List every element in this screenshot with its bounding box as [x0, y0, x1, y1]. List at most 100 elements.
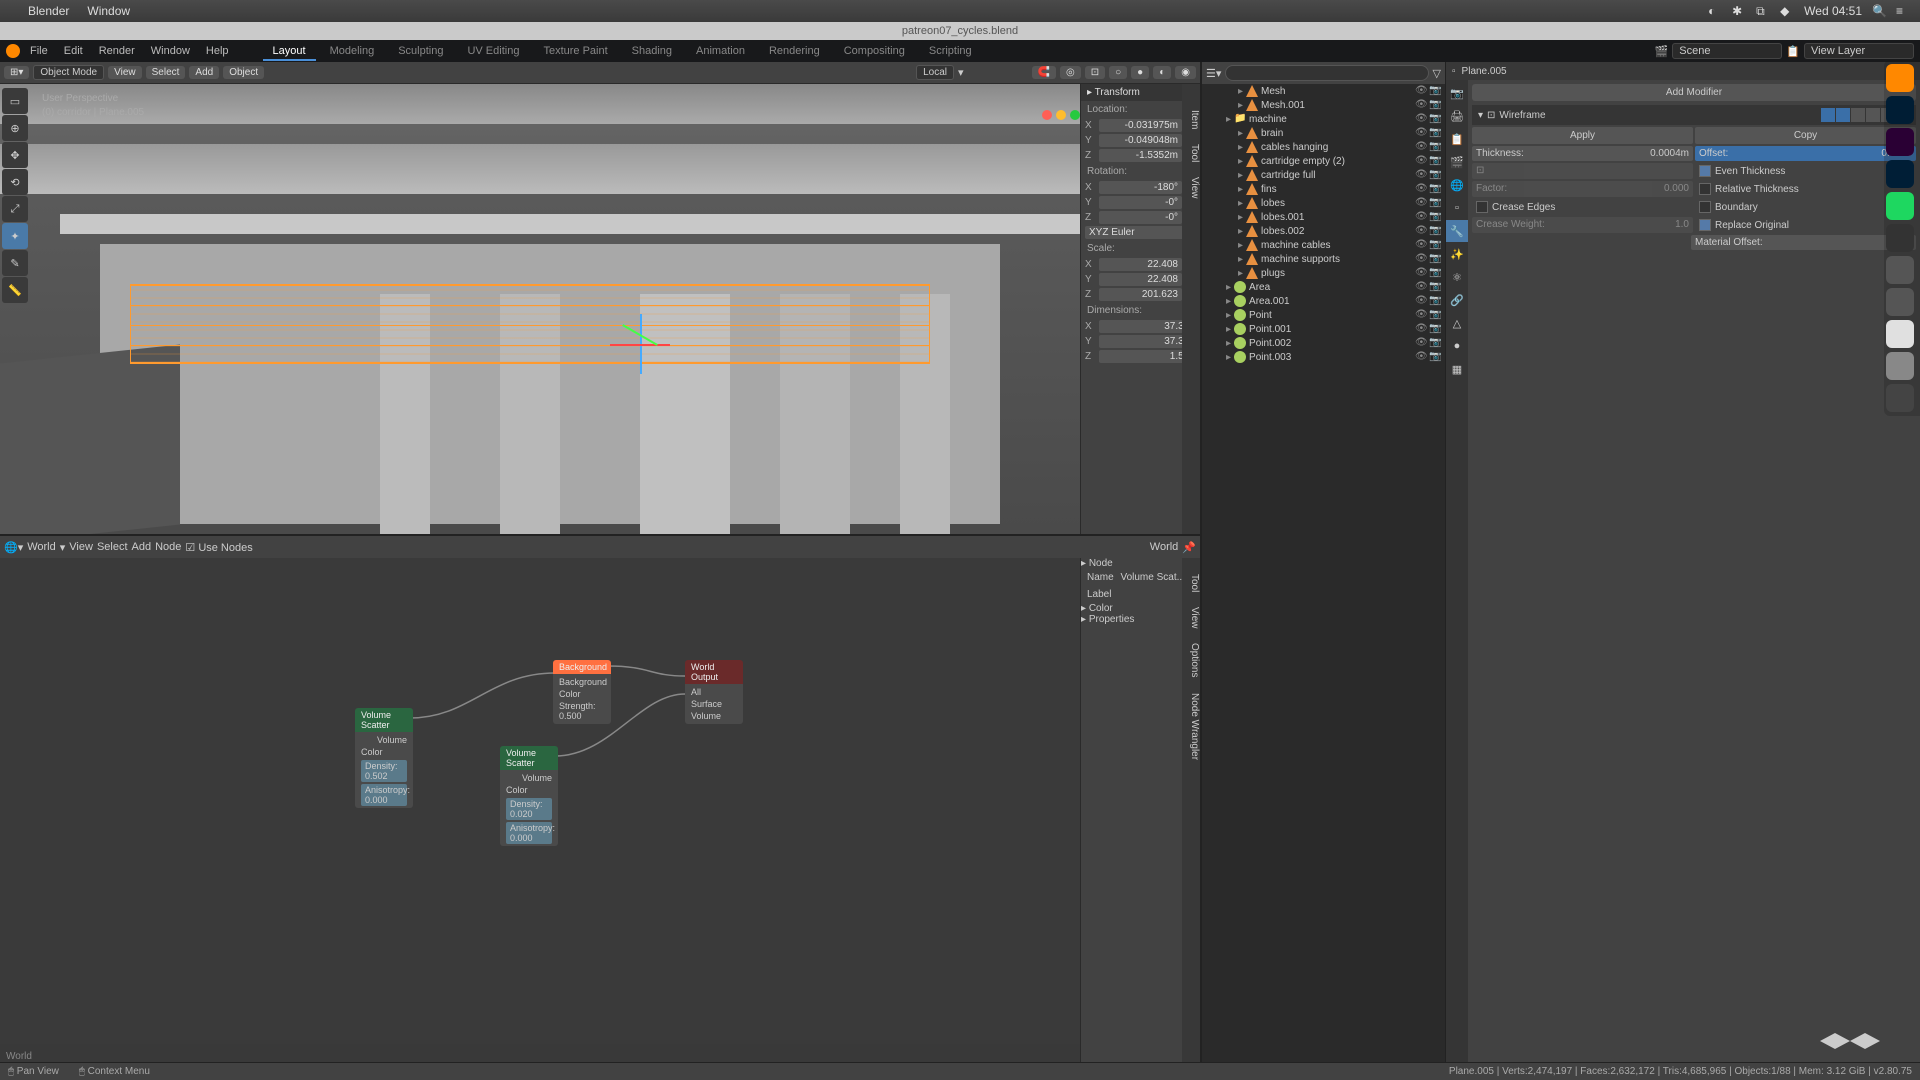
- 3d-viewport[interactable]: ⊞▾ Object Mode View Select Add Object Lo…: [0, 62, 1200, 534]
- rot-x-field[interactable]: -180°: [1099, 181, 1182, 194]
- select-tool-icon[interactable]: ▭: [2, 88, 28, 114]
- viewlayer-tab-icon[interactable]: 📋: [1446, 128, 1468, 150]
- even-thickness-checkbox[interactable]: [1699, 165, 1711, 177]
- outliner-item[interactable]: ▸cartridge full👁📷: [1202, 168, 1445, 182]
- tab-view[interactable]: View: [1189, 601, 1200, 635]
- offset-field[interactable]: Offset:0.0000: [1695, 146, 1916, 161]
- material-tab-icon[interactable]: ●: [1446, 335, 1468, 357]
- factor-field[interactable]: Factor:0.000: [1472, 181, 1693, 197]
- tab-tool[interactable]: Tool: [1189, 568, 1200, 598]
- outliner-tree[interactable]: ▸Mesh👁📷▸Mesh.001👁📷▸📁machine👁📷▸brain👁📷▸ca…: [1202, 84, 1445, 1062]
- loc-z-field[interactable]: -1.5352m: [1099, 149, 1182, 162]
- outliner-item[interactable]: ▸Mesh.001👁📷: [1202, 98, 1445, 112]
- viewport-canvas[interactable]: [0, 84, 1200, 534]
- scene-tab-icon[interactable]: 🎬: [1446, 151, 1468, 173]
- scale-y-field[interactable]: 22.408: [1099, 273, 1182, 286]
- outliner-item[interactable]: ▸fins👁📷: [1202, 182, 1445, 196]
- view-menu[interactable]: View: [69, 541, 93, 553]
- edit-menu[interactable]: Edit: [58, 45, 89, 57]
- constraint-tab-icon[interactable]: 🔗: [1446, 289, 1468, 311]
- outliner-item[interactable]: ▸Point.001👁📷: [1202, 322, 1445, 336]
- app-icon[interactable]: [1886, 256, 1914, 284]
- outliner-item[interactable]: ▸plugs👁📷: [1202, 266, 1445, 280]
- scene-selector[interactable]: Scene: [1672, 43, 1782, 59]
- window-menu[interactable]: Window: [145, 45, 196, 57]
- move-up-icon[interactable]: [1866, 108, 1880, 122]
- add-modifier-button[interactable]: Add Modifier: [1472, 84, 1916, 101]
- zoom-icon[interactable]: [1070, 110, 1080, 120]
- texture-tab-icon[interactable]: ▦: [1446, 358, 1468, 380]
- editor-type-icon[interactable]: ☰▾: [1206, 67, 1221, 80]
- menubar-icon[interactable]: ◐: [1708, 4, 1722, 18]
- outliner-item[interactable]: ▸machine supports👁📷: [1202, 252, 1445, 266]
- outliner-item[interactable]: ▸machine cables👁📷: [1202, 238, 1445, 252]
- node-background[interactable]: Background Background Color Strength: 0.…: [553, 660, 611, 724]
- menubar-icon[interactable]: ≡: [1896, 4, 1910, 18]
- cursor-tool-icon[interactable]: ⊕: [2, 115, 28, 141]
- scale-tool-icon[interactable]: ⤢: [2, 196, 28, 222]
- editor-type-icon[interactable]: ⊞▾: [4, 66, 29, 79]
- editor-type-icon[interactable]: 🌐▾: [4, 541, 23, 554]
- select-menu[interactable]: Select: [97, 541, 128, 553]
- modifier-tab-icon[interactable]: 🔧: [1446, 220, 1468, 242]
- node-editor[interactable]: 🌐▾ World ▾ View Select Add Node ☑ Use No…: [0, 534, 1200, 1062]
- tab-tool[interactable]: Tool: [1189, 138, 1200, 168]
- scale-x-field[interactable]: 22.408: [1099, 258, 1182, 271]
- tab-compositing[interactable]: Compositing: [834, 43, 915, 59]
- vertex-group-field[interactable]: ⊡: [1472, 163, 1693, 179]
- physics-tab-icon[interactable]: ⚛: [1446, 266, 1468, 288]
- tab-shading[interactable]: Shading: [622, 43, 682, 59]
- file-menu[interactable]: File: [24, 45, 54, 57]
- world-tab-icon[interactable]: 🌐: [1446, 174, 1468, 196]
- boundary-checkbox[interactable]: [1699, 201, 1711, 213]
- measure-tool-icon[interactable]: 📏: [2, 277, 28, 303]
- mode-selector[interactable]: Object Mode: [33, 65, 104, 80]
- use-nodes-checkbox[interactable]: ☑ Use Nodes: [185, 541, 252, 554]
- relative-thickness-checkbox[interactable]: [1699, 183, 1711, 195]
- tab-view[interactable]: View: [1189, 171, 1200, 205]
- dropdown-icon[interactable]: ▾: [958, 66, 964, 79]
- tab-texture-paint[interactable]: Texture Paint: [533, 43, 617, 59]
- outliner-item[interactable]: ▸Mesh👁📷: [1202, 84, 1445, 98]
- thickness-field[interactable]: Thickness:0.0004m: [1472, 146, 1693, 161]
- add-menu[interactable]: Add: [132, 541, 152, 553]
- properties-breadcrumb[interactable]: Plane.005: [1462, 66, 1507, 77]
- rotation-mode-selector[interactable]: XYZ Euler: [1085, 226, 1196, 239]
- material-offset-field[interactable]: Material Offset:0: [1691, 235, 1916, 250]
- tab-scripting[interactable]: Scripting: [919, 43, 982, 59]
- obs-app-icon[interactable]: [1886, 224, 1914, 252]
- add-menu[interactable]: Add: [189, 66, 219, 79]
- replace-original-checkbox[interactable]: [1699, 219, 1711, 231]
- app-name[interactable]: Blender: [28, 4, 69, 18]
- outliner-item[interactable]: ▸cables hanging👁📷: [1202, 140, 1445, 154]
- minimize-icon[interactable]: [1056, 110, 1066, 120]
- show-editmode-icon[interactable]: [1851, 108, 1865, 122]
- menubar-icon[interactable]: ⧉: [1756, 4, 1770, 18]
- snap-icon[interactable]: 🧲: [1032, 66, 1056, 79]
- outliner-item[interactable]: ▸lobes.002👁📷: [1202, 224, 1445, 238]
- xray-icon[interactable]: ⊡: [1085, 66, 1105, 79]
- viewlayer-selector[interactable]: View Layer: [1804, 43, 1914, 59]
- shading-lookdev-icon[interactable]: ◐: [1153, 66, 1171, 79]
- outliner-item[interactable]: ▸lobes👁📷: [1202, 196, 1445, 210]
- node-type-selector[interactable]: World: [27, 541, 56, 553]
- outliner-item[interactable]: ▸cartridge empty (2)👁📷: [1202, 154, 1445, 168]
- tab-layout[interactable]: Layout: [263, 43, 316, 59]
- spotify-app-icon[interactable]: [1886, 192, 1914, 220]
- particle-tab-icon[interactable]: ✨: [1446, 243, 1468, 265]
- spotlight-icon[interactable]: 🔍: [1872, 4, 1886, 18]
- render-tab-icon[interactable]: 📷: [1446, 82, 1468, 104]
- filter-icon[interactable]: ▽: [1433, 67, 1441, 80]
- app-icon[interactable]: [1886, 320, 1914, 348]
- orientation-selector[interactable]: Local: [916, 65, 954, 80]
- output-tab-icon[interactable]: 🖨: [1446, 105, 1468, 127]
- outliner-item[interactable]: ▸lobes.001👁📷: [1202, 210, 1445, 224]
- object-tab-icon[interactable]: ▫: [1446, 197, 1468, 219]
- tab-rendering[interactable]: Rendering: [759, 43, 830, 59]
- dropdown-icon[interactable]: ▾: [60, 541, 66, 554]
- photoshop-app-icon[interactable]: [1886, 96, 1914, 124]
- app-icon[interactable]: [1886, 288, 1914, 316]
- scale-z-field[interactable]: 201.623: [1099, 288, 1182, 301]
- trash-icon[interactable]: [1886, 384, 1914, 412]
- transform-tool-icon[interactable]: ✦: [2, 223, 28, 249]
